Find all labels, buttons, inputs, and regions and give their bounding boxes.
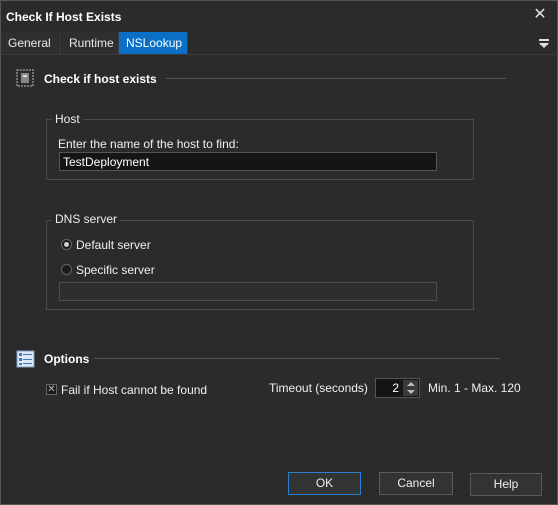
timeout-range-label: Min. 1 - Max. 120 bbox=[428, 381, 521, 395]
section-divider-options bbox=[94, 358, 500, 359]
help-button[interactable]: Help bbox=[470, 473, 542, 496]
section-title-options: Options bbox=[44, 352, 90, 366]
tab-general[interactable]: General bbox=[1, 32, 61, 54]
timeout-value[interactable]: 2 bbox=[392, 381, 399, 395]
title-bar: Check If Host Exists ✕ bbox=[1, 1, 557, 31]
close-icon[interactable]: ✕ bbox=[531, 6, 549, 24]
ok-button[interactable]: OK bbox=[288, 472, 361, 495]
host-name-input[interactable] bbox=[59, 152, 437, 171]
tab-nslookup[interactable]: NSLookup bbox=[119, 32, 188, 54]
specific-server-input[interactable] bbox=[59, 282, 437, 301]
specific-server-label: Specific server bbox=[76, 263, 155, 277]
section-title-check: Check if host exists bbox=[44, 72, 157, 86]
timeout-label: Timeout (seconds) bbox=[269, 381, 368, 395]
cancel-button[interactable]: Cancel bbox=[379, 472, 453, 495]
spin-down-icon[interactable] bbox=[403, 388, 418, 396]
tab-bar: General Runtime NSLookup bbox=[1, 32, 557, 55]
dialog-window: Check If Host Exists ✕ General Runtime N… bbox=[0, 0, 558, 505]
specific-server-radio[interactable] bbox=[61, 264, 72, 275]
dns-group-legend: DNS server bbox=[52, 212, 121, 226]
tab-runtime[interactable]: Runtime bbox=[62, 32, 119, 54]
spin-up-icon[interactable] bbox=[403, 380, 418, 388]
host-prompt-label: Enter the name of the host to find: bbox=[58, 137, 239, 151]
fail-checkbox-label: Fail if Host cannot be found bbox=[61, 383, 208, 397]
default-server-radio[interactable] bbox=[61, 239, 72, 250]
host-group-legend: Host bbox=[52, 112, 83, 126]
host-check-icon bbox=[14, 67, 36, 89]
fail-checkbox[interactable]: ✕ bbox=[46, 384, 57, 395]
timeout-spinner[interactable]: 2 bbox=[375, 378, 420, 398]
tab-menu-icon[interactable] bbox=[537, 35, 551, 51]
window-title: Check If Host Exists bbox=[6, 10, 122, 24]
options-icon bbox=[15, 348, 37, 370]
default-server-label: Default server bbox=[76, 238, 151, 252]
section-divider bbox=[166, 78, 506, 79]
